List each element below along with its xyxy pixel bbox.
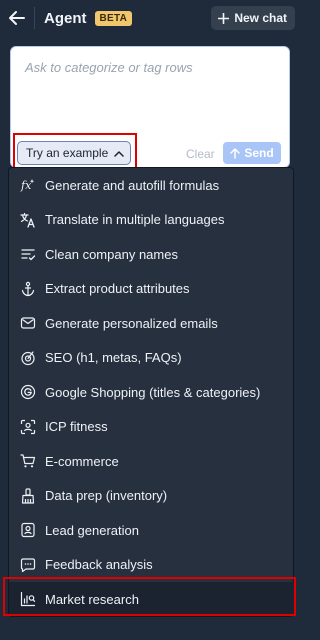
menu-item-label: Translate in multiple languages (45, 212, 225, 227)
broom-icon (19, 487, 37, 505)
menu-item-lead-generation[interactable]: Lead generation (9, 513, 295, 547)
back-button[interactable] (0, 0, 34, 36)
menu-item-label: Lead generation (45, 522, 139, 538)
cart-icon (19, 452, 37, 470)
send-label: Send (244, 146, 274, 160)
email-icon (19, 314, 37, 332)
beta-badge: BETA (94, 10, 133, 26)
menu-item-label: Clean company names (45, 246, 178, 262)
menu-item-translate[interactable]: Translate in multiple languages (9, 203, 295, 237)
translate-icon (19, 211, 37, 229)
menu-item-extract-attributes[interactable]: Extract product attributes (9, 272, 295, 306)
menu-item-seo[interactable]: SEO (h1, metas, FAQs) (9, 341, 295, 375)
seo-icon (19, 349, 37, 367)
menu-item-personalized-emails[interactable]: Generate personalized emails (9, 306, 295, 340)
send-button[interactable]: Send (223, 142, 281, 164)
try-example-button[interactable]: Try an example (17, 141, 131, 165)
menu-item-label: SEO (h1, metas, FAQs) (45, 350, 182, 365)
header-divider (34, 7, 35, 29)
menu-item-market-research[interactable]: Market research (9, 582, 295, 616)
chart-search-icon (19, 590, 37, 608)
feedback-icon (19, 556, 37, 574)
prompt-composer[interactable]: Ask to categorize or tag rows Try an exa… (10, 46, 290, 168)
clear-button[interactable]: Clear (186, 147, 215, 161)
anchor-icon (19, 280, 37, 298)
target-user-icon (19, 418, 37, 436)
contact-card-icon (19, 521, 37, 539)
menu-item-label: Generate and autofill formulas (45, 177, 220, 193)
menu-item-label: Feedback analysis (45, 557, 153, 572)
menu-item-label: Google Shopping (titles & categories) (45, 384, 261, 400)
header-bar: Agent BETA New chat (0, 0, 300, 36)
menu-item-google-shopping[interactable]: Google Shopping (titles & categories) (9, 375, 295, 409)
menu-item-generate-formulas[interactable]: fx Generate and autofill formulas (9, 168, 295, 202)
svg-text:fx: fx (20, 179, 32, 192)
chevron-up-icon (114, 150, 125, 157)
page-title: Agent (44, 9, 87, 27)
google-icon (19, 383, 37, 401)
menu-item-label: Generate personalized emails (45, 315, 218, 331)
plus-icon (218, 12, 230, 24)
menu-item-label: Data prep (inventory) (45, 488, 168, 503)
menu-item-icp-fitness[interactable]: ICP fitness (9, 410, 295, 444)
menu-item-label: E-commerce (45, 453, 119, 469)
menu-item-ecommerce[interactable]: E-commerce (9, 444, 295, 478)
menu-item-data-prep[interactable]: Data prep (inventory) (9, 479, 295, 513)
prompt-input[interactable]: Ask to categorize or tag rows (25, 60, 193, 75)
menu-item-label: Extract product attributes (45, 281, 190, 296)
menu-item-label: Market research (45, 591, 139, 607)
menu-item-clean-company-names[interactable]: Clean company names (9, 237, 295, 271)
arrow-up-icon (230, 147, 241, 159)
try-example-label: Try an example (26, 146, 109, 160)
new-chat-label: New chat (234, 11, 287, 25)
example-menu: fx Generate and autofill formulas Transl… (8, 167, 295, 617)
new-chat-button[interactable]: New chat (211, 6, 295, 30)
menu-item-label: ICP fitness (45, 419, 108, 434)
formula-icon: fx (19, 176, 37, 194)
menu-item-feedback-analysis[interactable]: Feedback analysis (9, 548, 295, 582)
arrow-left-icon (9, 11, 25, 25)
clean-list-icon (19, 245, 37, 263)
